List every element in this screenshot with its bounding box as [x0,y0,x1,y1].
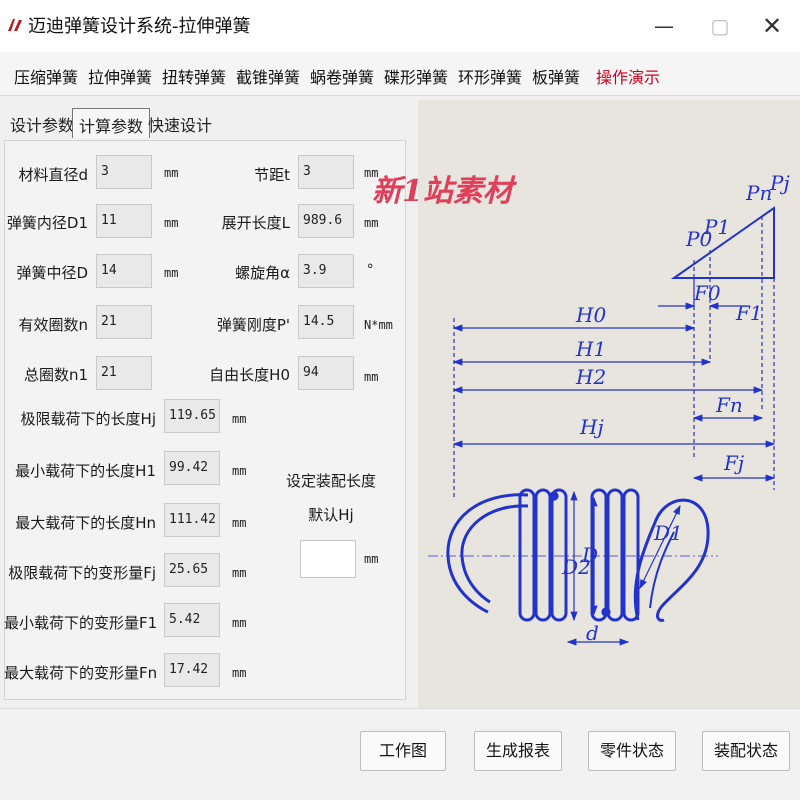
label-fn: Fn [715,393,743,417]
unit-limit-load-length: mm [232,412,247,426]
label-helix-angle: 螺旋角α [235,264,290,282]
label-min-load-length: 最小载荷下的长度H1 [15,462,156,480]
label-max-load-length: 最大载荷下的长度Hn [15,514,156,532]
assembly-length-input[interactable] [300,540,356,578]
field-mean-diameter[interactable]: 14 [96,254,152,288]
label-free-length: 自由长度H0 [209,366,290,384]
label-fj: Fj [723,451,744,475]
label-stiffness: 弹簧刚度P' [216,316,290,334]
field-min-load-length[interactable]: 99.42 [164,451,220,485]
unit-inner-diameter: mm [164,216,179,230]
unit-max-load-length: mm [232,516,247,530]
tab-quick-design[interactable]: 快速设计 [142,108,218,138]
label-hj: Hj [579,415,604,439]
label-p1: P1 [703,215,730,239]
assembly-state-button[interactable]: 装配状态 [702,731,790,771]
label-f0: F0 [693,281,721,305]
field-helix-angle[interactable]: 3.9 [298,254,354,288]
assembly-default-label: 默认Hj [308,506,354,524]
field-max-load-length[interactable]: 111.42 [164,503,220,537]
unit-max-load-deform: mm [232,666,247,680]
field-active-coils[interactable]: 21 [96,305,152,339]
unit-assembly-length: mm [364,552,379,566]
label-wire-diameter: 材料直径d [18,166,88,184]
label-active-coils: 有效圈数n [18,316,88,334]
menu-demo[interactable]: 操作演示 [596,64,660,88]
unit-wire-diameter: mm [164,166,179,180]
menu-torsion-spring[interactable]: 扭转弹簧 [162,64,226,88]
spring-type-menu: 压缩弹簧 拉伸弹簧 扭转弹簧 截锥弹簧 蜗卷弹簧 碟形弹簧 环形弹簧 板弹簧 操… [0,52,800,96]
label-max-load-deform: 最大载荷下的变形量Fn [4,664,158,682]
label-h0: H0 [575,303,606,327]
unit-mean-diameter: mm [164,266,179,280]
working-drawing-button[interactable]: 工作图 [360,731,446,771]
parameter-tabs: 设计参数 计算参数 快速设计 [0,100,420,140]
label-pitch: 节距t [254,166,290,184]
menu-ring-spring[interactable]: 环形弹簧 [458,64,522,88]
field-stiffness[interactable]: 14.5 [298,305,354,339]
unit-limit-load-deform: mm [232,566,247,580]
menu-leaf-spring[interactable]: 板弹簧 [532,64,580,88]
label-limit-load-length: 极限载荷下的长度Hj [20,410,156,428]
label-f1: F1 [735,301,763,325]
field-inner-diameter[interactable]: 11 [96,204,152,238]
menu-spiral-spring[interactable]: 蜗卷弹簧 [310,64,374,88]
tab-design-params[interactable]: 设计参数 [4,108,80,138]
label-total-coils: 总圈数n1 [23,366,88,384]
window-title: 迈迪弹簧设计系统-拉伸弹簧 [28,16,251,37]
menu-disc-spring[interactable]: 碟形弹簧 [384,64,448,88]
label-d-wire: d [586,621,599,645]
menu-conical-spring[interactable]: 截锥弹簧 [236,64,300,88]
minimize-button[interactable]: — [644,10,684,42]
label-limit-load-deform: 极限载荷下的变形量Fj [8,564,156,582]
field-max-load-deform[interactable]: 17.42 [164,653,220,687]
field-pitch[interactable]: 3 [298,155,354,189]
menu-extension-spring[interactable]: 拉伸弹簧 [88,64,152,88]
unit-free-length: mm [364,370,379,384]
field-wire-diameter[interactable]: 3 [96,155,152,189]
label-developed-length: 展开长度L [221,214,290,232]
watermark-text: 新1站素材 [372,174,513,209]
label-pj: Pj [769,171,790,195]
part-state-button[interactable]: 零件状态 [588,731,676,771]
title-bar: 迈迪弹簧设计系统-拉伸弹簧 — ▢ ✕ [0,0,800,52]
tab-calc-params[interactable]: 计算参数 [72,108,151,138]
unit-developed-length: mm [364,216,379,230]
field-limit-load-deform[interactable]: 25.65 [164,553,220,587]
label-pn: Pn [745,181,772,205]
label-d-mean: D [581,543,598,567]
label-h2: H2 [575,365,606,389]
field-limit-load-length[interactable]: 119.65 [164,399,220,433]
field-free-length[interactable]: 94 [298,356,354,390]
field-developed-length[interactable]: 989.6 [298,204,354,238]
label-inner-diameter: 弹簧内径D1 [6,214,88,232]
label-min-load-deform: 最小载荷下的变形量F1 [4,614,158,632]
maximize-button[interactable]: ▢ [700,10,740,42]
label-h1: H1 [575,337,606,361]
close-button[interactable]: ✕ [752,10,792,42]
unit-min-load-deform: mm [232,616,247,630]
assembly-length-label: 设定装配长度 [285,472,376,490]
label-d1: D1 [653,521,683,545]
app-logo-icon [8,19,22,31]
label-mean-diameter: 弹簧中径D [16,264,88,282]
unit-min-load-length: mm [232,464,247,478]
field-min-load-deform[interactable]: 5.42 [164,603,220,637]
field-total-coils[interactable]: 21 [96,356,152,390]
unit-helix-angle: ° [366,262,375,278]
generate-report-button[interactable]: 生成报表 [474,731,562,771]
unit-stiffness: N*mm [364,318,393,332]
menu-compression-spring[interactable]: 压缩弹簧 [14,64,78,88]
